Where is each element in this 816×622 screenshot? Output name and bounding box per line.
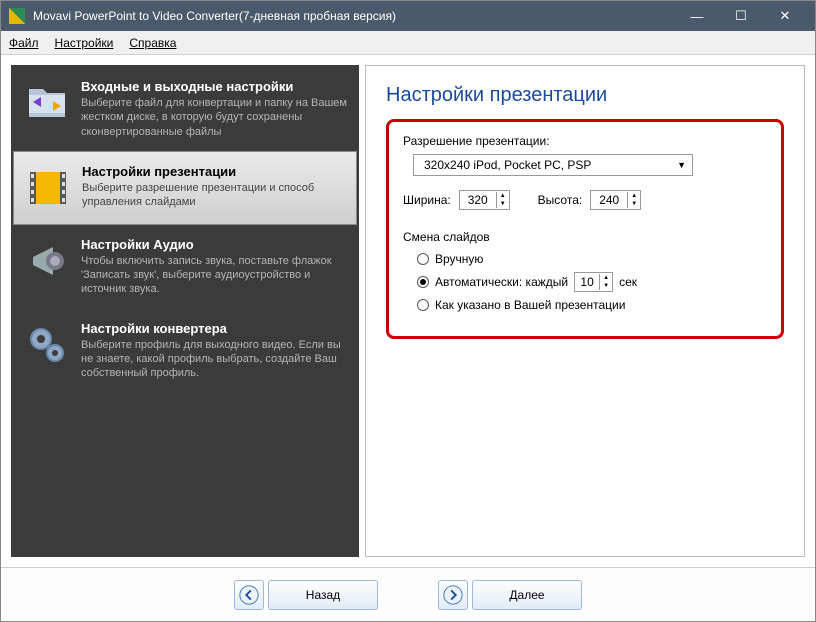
app-icon — [9, 8, 25, 24]
radio-icon — [417, 299, 429, 311]
radio-icon — [417, 276, 429, 288]
resolution-select[interactable]: 320x240 iPod, Pocket PC, PSP ▼ — [413, 154, 693, 176]
chevron-down-icon: ▼ — [677, 160, 686, 170]
sidebar-item-title: Входные и выходные настройки — [81, 79, 347, 94]
sidebar-item-desc: Выберите профиль для выходного видео. Ес… — [81, 338, 347, 381]
maximize-button[interactable]: ☐ — [719, 1, 763, 31]
height-label: Высота: — [538, 193, 583, 207]
titlebar[interactable]: Movavi PowerPoint to Video Converter(7-д… — [1, 1, 815, 31]
width-input[interactable] — [460, 193, 496, 207]
interval-input[interactable] — [575, 275, 599, 289]
sidebar-item-presentation[interactable]: Настройки презентации Выберите разрешени… — [13, 151, 357, 225]
megaphone-icon — [23, 237, 71, 285]
menu-settings[interactable]: Настройки — [55, 36, 114, 50]
sidebar-item-desc: Чтобы включить запись звука, поставьте ф… — [81, 254, 347, 297]
radio-manual[interactable]: Вручную — [417, 252, 767, 266]
sidebar-item-io[interactable]: Входные и выходные настройки Выберите фа… — [13, 67, 357, 151]
interval-stepper[interactable]: ▲▼ — [574, 272, 613, 292]
footer: Назад Далее — [1, 567, 815, 621]
menubar: Файл Настройки Справка — [1, 31, 815, 55]
arrow-left-icon — [238, 584, 260, 606]
height-stepper[interactable]: ▲▼ — [590, 190, 641, 210]
content-area: Входные и выходные настройки Выберите фа… — [1, 55, 815, 567]
spin-down-icon[interactable]: ▼ — [600, 282, 612, 290]
menu-file[interactable]: Файл — [9, 36, 39, 50]
spin-up-icon[interactable]: ▲ — [497, 192, 509, 200]
spin-up-icon[interactable]: ▲ — [628, 192, 640, 200]
resolution-label: Разрешение презентации: — [403, 134, 767, 148]
slides-group-label: Смена слайдов — [403, 230, 767, 244]
app-window: Movavi PowerPoint to Video Converter(7-д… — [0, 0, 816, 622]
radio-asis[interactable]: Как указано в Вашей презентации — [417, 298, 767, 312]
settings-panel: Настройки презентации Разрешение презент… — [365, 65, 805, 557]
spin-down-icon[interactable]: ▼ — [628, 200, 640, 208]
resolution-value: 320x240 iPod, Pocket PC, PSP — [424, 158, 591, 172]
radio-manual-label: Вручную — [435, 252, 483, 266]
menu-help[interactable]: Справка — [129, 36, 176, 50]
minimize-button[interactable]: — — [675, 1, 719, 31]
next-button[interactable]: Далее — [472, 580, 582, 610]
sidebar-item-converter[interactable]: Настройки конвертера Выберите профиль дл… — [13, 309, 357, 393]
sidebar-item-desc: Выберите файл для конвертации и папку на… — [81, 96, 347, 139]
sidebar-item-title: Настройки конвертера — [81, 321, 347, 336]
filmstrip-icon — [24, 164, 72, 212]
spin-down-icon[interactable]: ▼ — [497, 200, 509, 208]
panel-title: Настройки презентации — [386, 84, 784, 107]
sidebar-item-audio[interactable]: Настройки Аудио Чтобы включить запись зв… — [13, 225, 357, 309]
sidebar-item-title: Настройки презентации — [82, 164, 346, 179]
height-input[interactable] — [591, 193, 627, 207]
window-title: Movavi PowerPoint to Video Converter(7-д… — [33, 9, 396, 23]
sidebar-item-title: Настройки Аудио — [81, 237, 347, 252]
radio-auto-prefix: Автоматически: каждый — [435, 275, 568, 289]
sidebar-item-desc: Выберите разрешение презентации и способ… — [82, 181, 346, 210]
highlighted-settings: Разрешение презентации: 320x240 iPod, Po… — [386, 119, 784, 339]
radio-auto-suffix: сек — [619, 275, 637, 289]
back-button[interactable]: Назад — [268, 580, 378, 610]
spin-up-icon[interactable]: ▲ — [600, 274, 612, 282]
gears-icon — [23, 321, 71, 369]
back-arrow-button[interactable] — [234, 580, 264, 610]
width-stepper[interactable]: ▲▼ — [459, 190, 510, 210]
arrow-right-icon — [442, 584, 464, 606]
sidebar: Входные и выходные настройки Выберите фа… — [11, 65, 359, 557]
width-label: Ширина: — [403, 193, 451, 207]
next-arrow-button[interactable] — [438, 580, 468, 610]
close-button[interactable]: ✕ — [763, 1, 807, 31]
radio-asis-label: Как указано в Вашей презентации — [435, 298, 625, 312]
radio-auto[interactable]: Автоматически: каждый ▲▼ сек — [417, 272, 767, 292]
folder-icon — [23, 79, 71, 127]
radio-icon — [417, 253, 429, 265]
